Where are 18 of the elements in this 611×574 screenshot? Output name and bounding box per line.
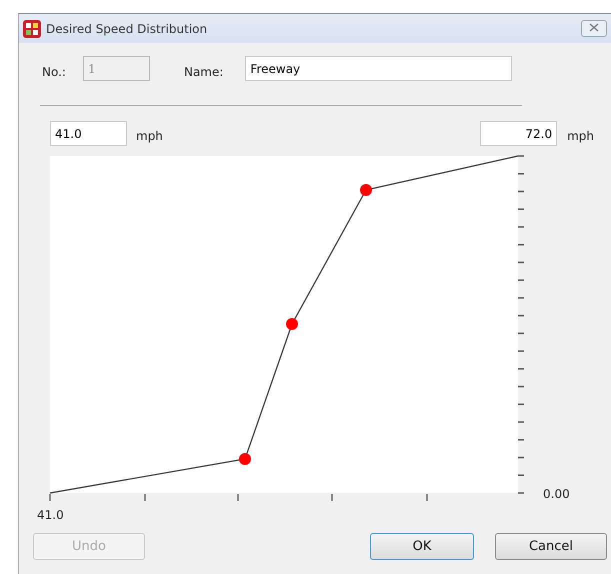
unit-label: mph bbox=[136, 128, 163, 144]
window-title: Desired Speed Distribution bbox=[46, 20, 208, 38]
field-label: Name: bbox=[184, 64, 224, 80]
control-point[interactable] bbox=[360, 184, 372, 196]
control-point[interactable] bbox=[239, 453, 251, 465]
cancel-button[interactable]: Cancel bbox=[495, 533, 607, 560]
name-field[interactable]: Freeway bbox=[245, 56, 512, 81]
axis-label: 41.0 bbox=[37, 508, 64, 522]
max-speed-field[interactable]: 72.0 bbox=[480, 121, 558, 146]
axis-label: 0.00 bbox=[543, 487, 570, 501]
control-point[interactable] bbox=[286, 318, 298, 330]
field-label: No.: bbox=[42, 64, 66, 80]
ok-button[interactable]: OK bbox=[370, 533, 474, 560]
app-icon bbox=[23, 20, 41, 38]
unit-label: mph bbox=[567, 128, 594, 144]
close-button[interactable] bbox=[581, 20, 607, 37]
min-speed-field[interactable]: 41.0 bbox=[50, 121, 127, 146]
close-icon bbox=[589, 23, 599, 32]
